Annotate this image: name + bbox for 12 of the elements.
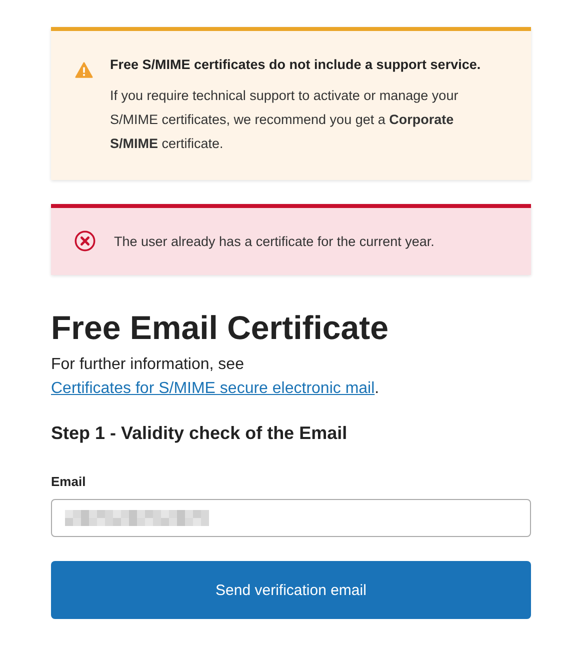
step-heading: Step 1 - Validity check of the Email <box>51 423 348 444</box>
alert-title: Free S/MIME certificates do not include a support service. <box>110 57 481 72</box>
intro-text: For further information, see Certificates for S/MIME secure electronic mail. <box>51 355 380 399</box>
email-field[interactable] <box>51 499 531 537</box>
alert-text: The user already has a certificate for the current year. <box>114 234 434 248</box>
error-icon <box>74 230 96 252</box>
page-title: Free Email Certificate <box>51 309 390 347</box>
info-link[interactable]: Certificates for S/MIME secure electronic mail <box>51 380 375 397</box>
alert-text: If you require technical support to activate or manage your S/MIME certificates, we recommend you get a Corporate S/MIME certificate. <box>110 87 460 153</box>
warning-icon <box>74 61 94 79</box>
field-label: Email <box>51 474 87 489</box>
send-verification-button[interactable]: Send verification email <box>51 561 531 619</box>
